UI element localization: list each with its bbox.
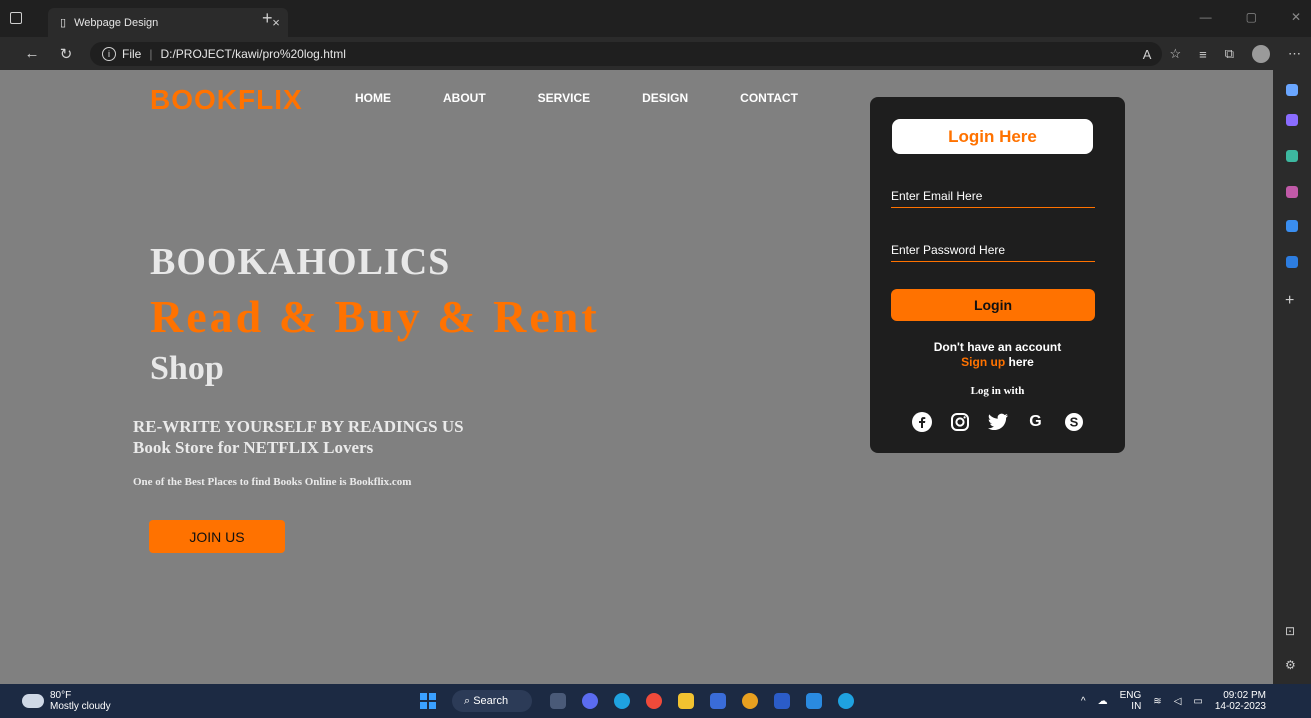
social-login-icons: G S [870,411,1125,433]
page-icon: ▯ [60,17,67,29]
maximize-button[interactable]: ▢ [1246,10,1257,24]
temperature: 80°F [50,690,72,701]
url-path: D:/PROJECT/kawi/pro%20log.html [160,47,346,61]
refresh-icon[interactable]: ↻ [54,45,78,63]
copilot-icon[interactable] [1286,114,1298,126]
shopping-icon[interactable] [1286,150,1298,162]
weather-text: 80°F Mostly cloudy [50,690,111,712]
weather-condition: Mostly cloudy [50,701,111,712]
edge-icon[interactable] [614,693,630,709]
chrome-profile-icon[interactable] [742,693,758,709]
task-view-icon[interactable] [550,693,566,709]
weather-widget[interactable]: 80°F Mostly cloudy [22,690,111,712]
svg-text:S: S [1069,415,1078,430]
store-icon[interactable] [710,693,726,709]
search-icon[interactable] [1286,84,1298,96]
login-title: Login Here [892,119,1093,154]
clock[interactable]: 09:02 PM 14-02-2023 [1215,690,1266,712]
nav-contact[interactable]: CONTACT [740,91,798,105]
nav-about[interactable]: ABOUT [443,91,486,105]
office-icon[interactable] [1286,220,1298,232]
login-with-label: Log in with [970,385,1025,397]
google-icon[interactable]: G [1025,411,1047,433]
read-aloud-icon[interactable]: A [1143,47,1152,62]
hero-subtitle-2: Book Store for NETFLIX Lovers [133,438,374,457]
region: IN [1131,701,1142,712]
nav-home[interactable]: HOME [355,91,391,105]
favorites-bar-icon[interactable]: ≡ [1199,47,1207,62]
back-icon[interactable]: ← [20,45,44,62]
onedrive-icon[interactable]: ☁ [1098,696,1108,707]
browser-tab[interactable]: ▯ Webpage Design × [48,8,288,37]
signup-line: Sign up here [870,355,1125,369]
no-account-text: Don't have an account [933,340,1062,354]
more-icon[interactable]: ⋯ [1288,46,1301,62]
email-field[interactable] [891,184,1095,208]
language-indicator[interactable]: ENG IN [1120,690,1142,712]
taskbar-search[interactable]: ⌕ Search [452,690,532,712]
search-label: Search [473,695,509,707]
vscode-icon[interactable] [806,693,822,709]
edge-sidebar: + ⊡ ⚙ [1273,70,1311,684]
toolbar-icons: A ☆ ≡ ⧉ ⋯ [1143,45,1301,63]
pinned-apps [550,693,854,709]
add-sidebar-icon[interactable]: + [1285,292,1294,310]
close-window-button[interactable]: ✕ [1291,10,1301,24]
outlook-icon[interactable] [1286,256,1298,268]
info-icon[interactable]: i [102,47,116,61]
tools-icon[interactable] [1286,186,1298,198]
battery-icon[interactable]: ▭ [1193,696,1202,707]
url-separator: | [149,47,153,61]
nav-design[interactable]: DESIGN [642,91,688,105]
instagram-icon[interactable] [949,411,971,433]
new-tab-button[interactable]: + [262,9,273,27]
password-field[interactable] [891,238,1095,262]
volume-icon[interactable]: ◁ [1174,696,1182,707]
collections-icon[interactable]: ⧉ [1225,46,1234,62]
hero-shop: Shop [150,350,224,387]
word-icon[interactable] [774,693,790,709]
file-explorer-icon[interactable] [678,693,694,709]
settings-icon[interactable]: ⚙ [1285,658,1296,672]
main-nav: HOME ABOUT SERVICE DESIGN CONTACT [355,91,850,105]
signup-suffix: here [1005,355,1034,369]
chrome-icon[interactable] [646,693,662,709]
favorite-icon[interactable]: ☆ [1169,46,1181,62]
time: 09:02 PM [1223,690,1266,701]
address-bar: ← ↻ i File | D:/PROJECT/kawi/pro%20log.h… [0,37,1311,70]
tab-title: Webpage Design [74,16,159,29]
language: ENG [1119,690,1142,701]
minimize-button[interactable]: — [1200,10,1212,24]
date: 14-02-2023 [1214,701,1266,712]
login-button[interactable]: Login [891,289,1095,321]
hero-title: BOOKAHOLICS [150,241,451,283]
nav-service[interactable]: SERVICE [538,91,590,105]
signup-link[interactable]: Sign up [961,355,1005,369]
url-scheme: File [122,47,142,61]
join-us-button[interactable]: JOIN US [149,520,285,553]
edge-dev-icon[interactable] [838,693,854,709]
skype-icon[interactable]: S [1063,411,1085,433]
profile-avatar[interactable] [1252,45,1270,63]
url-field[interactable]: i File | D:/PROJECT/kawi/pro%20log.html [90,42,1162,66]
window-controls: — ▢ ✕ [1200,10,1301,24]
chat-icon[interactable] [582,693,598,709]
login-card: Login Here Login Don't have an account S… [870,97,1125,453]
tab-actions-icon[interactable] [10,12,22,24]
wifi-icon[interactable]: ≋ [1153,696,1161,707]
page-content: BOOKFLIX HOME ABOUT SERVICE DESIGN CONTA… [0,70,1273,684]
hide-sidebar-icon[interactable]: ⊡ [1285,624,1295,638]
hero-subtitle-1: RE-WRITE YOURSELF BY READINGS US [133,417,464,436]
chevron-up-icon[interactable]: ^ [1081,696,1086,707]
twitter-icon[interactable] [987,411,1009,433]
cloud-icon [22,694,44,708]
facebook-icon[interactable] [911,411,933,433]
hero-highlight: Read & Buy & Rent [150,291,600,342]
browser-tabbar: ▯ Webpage Design × + — ▢ ✕ [0,0,1311,37]
hero-tagline: One of the Best Places to find Books Onl… [133,476,412,488]
start-icon[interactable] [420,693,436,709]
system-tray: ^ ☁ ENG IN ≋ ◁ ▭ 09:02 PM 14-02-2023 [1081,690,1266,712]
taskbar: 80°F Mostly cloudy ⌕ Search ^ ☁ ENG IN ≋… [0,684,1311,718]
site-logo[interactable]: BOOKFLIX [150,84,303,116]
